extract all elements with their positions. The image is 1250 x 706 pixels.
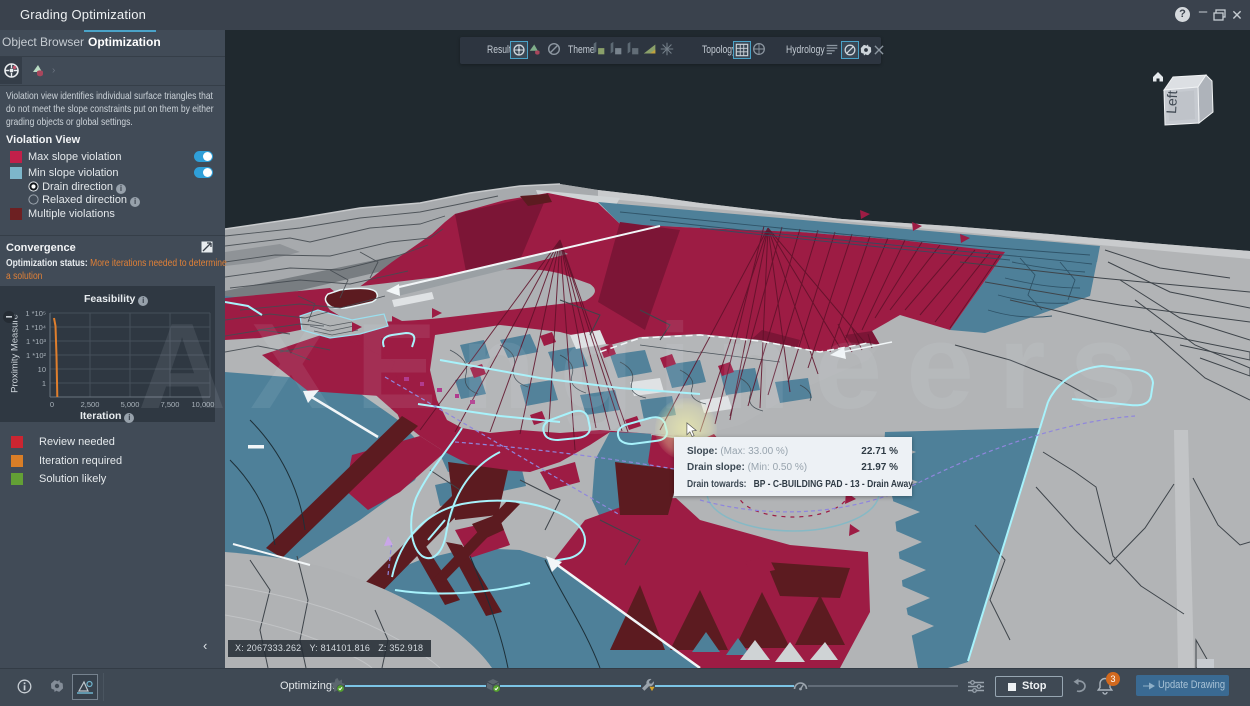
svg-text:10: 10 bbox=[38, 365, 46, 374]
svg-text:1 *10³: 1 *10³ bbox=[26, 337, 47, 346]
svg-text:1 *10²: 1 *10² bbox=[26, 351, 47, 360]
svg-text:5,000: 5,000 bbox=[121, 400, 140, 409]
svg-text:0: 0 bbox=[50, 400, 54, 409]
svg-text:1 *10⁴: 1 *10⁴ bbox=[25, 323, 46, 332]
svg-text:2,500: 2,500 bbox=[81, 400, 100, 409]
svg-text:1 *10⁵: 1 *10⁵ bbox=[25, 309, 46, 318]
svg-text:Left: Left bbox=[1163, 90, 1180, 114]
svg-text:1: 1 bbox=[42, 379, 46, 388]
